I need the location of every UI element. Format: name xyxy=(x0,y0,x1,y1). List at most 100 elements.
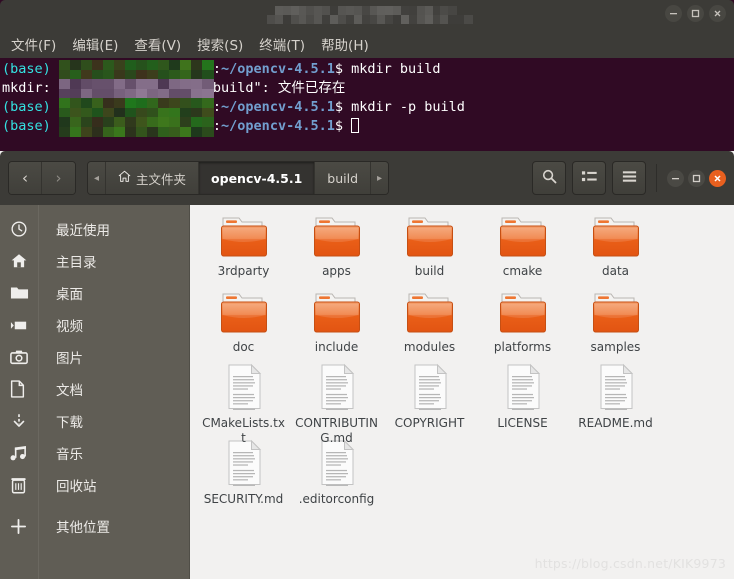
fm-minimize-icon[interactable] xyxy=(667,169,684,187)
file-item[interactable]: COPYRIGHT xyxy=(386,363,473,431)
mosaic-block xyxy=(168,126,181,137)
mosaic-block xyxy=(91,126,104,137)
mosaic-block xyxy=(179,126,192,137)
mosaic-block xyxy=(146,126,159,137)
home-icon xyxy=(118,170,131,187)
sidebar-item-label: 文档 xyxy=(56,383,83,399)
sidebar-item-label: 下载 xyxy=(56,415,83,431)
terminal-text: (base) xyxy=(2,99,59,115)
sidebar-item-label: 主目录 xyxy=(56,255,97,271)
sidebar-item-music[interactable]: 音乐 xyxy=(0,437,189,469)
breadcrumb-item-opencv-label: opencv-4.5.1 xyxy=(211,170,303,186)
menu-item-file[interactable]: 文件(F) xyxy=(4,31,63,57)
mosaic-block xyxy=(58,126,71,137)
folder-icon xyxy=(10,284,38,302)
sidebar-item-video[interactable]: 视频 xyxy=(0,309,189,341)
breadcrumb-item-opencv[interactable]: opencv-4.5.1 xyxy=(199,162,316,194)
sidebar-item-camera[interactable]: 图片 xyxy=(0,341,189,373)
terminal-maximize-icon[interactable] xyxy=(687,5,704,22)
breadcrumb: ◂ 主文件夹 opencv-4.5.1 build ▸ xyxy=(87,161,390,195)
folder-icon xyxy=(590,287,642,335)
folder-item[interactable]: 3rdparty xyxy=(200,211,287,279)
sidebar-item-plus[interactable]: 其他位置 xyxy=(0,510,189,542)
sidebar-item-home[interactable]: 主目录 xyxy=(0,245,189,277)
terminal-titlebar[interactable] xyxy=(0,0,734,29)
folder-item[interactable]: doc xyxy=(200,287,287,355)
sidebar-item-clock[interactable]: 最近使用 xyxy=(0,213,189,245)
folder-item[interactable]: platforms xyxy=(479,287,566,355)
terminal-minimize-icon[interactable] xyxy=(665,5,682,22)
file-item[interactable]: .editorconfig xyxy=(293,439,380,507)
folder-icon xyxy=(590,211,642,259)
terminal-text: ~/opencv-4.5.1 xyxy=(221,118,335,134)
item-label: doc xyxy=(232,340,255,354)
sidebar-item-folder[interactable]: 桌面 xyxy=(0,277,189,309)
mosaic-block xyxy=(201,126,214,137)
terminal-output[interactable]: (base) :~/opencv-4.5.1$ mkdir build mkdir… xyxy=(0,58,734,151)
menu-item-search[interactable]: 搜索(S) xyxy=(190,31,250,57)
folder-item[interactable]: modules xyxy=(386,287,473,355)
terminal-line: (base) :~/opencv-4.5.1$ mkdir build xyxy=(2,60,734,80)
folder-icon xyxy=(218,211,270,259)
fm-close-icon[interactable] xyxy=(709,169,726,187)
terminal-title-redacted xyxy=(267,6,473,24)
folder-item[interactable]: samples xyxy=(572,287,659,355)
sidebar-item-document[interactable]: 文档 xyxy=(0,373,189,405)
file-item[interactable]: CMakeLists.txt xyxy=(200,363,287,446)
header-separator xyxy=(656,164,657,192)
menu-item-edit[interactable]: 编辑(E) xyxy=(65,31,125,57)
mosaic-block xyxy=(135,126,148,137)
download-icon xyxy=(10,412,38,430)
menu-item-terminal[interactable]: 终端(T) xyxy=(252,31,312,57)
breadcrumb-scroll-left[interactable]: ◂ xyxy=(88,162,107,194)
breadcrumb-item-home[interactable]: 主文件夹 xyxy=(106,162,200,194)
folder-item[interactable]: build xyxy=(386,211,473,279)
file-item[interactable]: CONTRIBUTING.md xyxy=(293,363,380,446)
menu-item-view[interactable]: 查看(V) xyxy=(127,31,188,57)
file-grid[interactable]: .editorconfig SECURITY.md README.md LICENSE… xyxy=(190,205,734,579)
breadcrumb-scroll-right[interactable]: ▸ xyxy=(371,162,389,194)
sidebar-item-label: 最近使用 xyxy=(56,223,110,239)
search-button[interactable] xyxy=(532,161,566,195)
folder-item[interactable]: apps xyxy=(293,211,380,279)
file-manager-window-controls xyxy=(667,169,726,187)
item-label: build xyxy=(414,264,445,278)
sidebar-item-label: 桌面 xyxy=(56,287,83,303)
terminal-cursor xyxy=(351,118,360,133)
file-item[interactable]: README.md xyxy=(572,363,659,431)
terminal-redacted-username xyxy=(58,117,214,137)
sidebar-item-trash[interactable]: 回收站 xyxy=(0,469,189,501)
file-item[interactable]: LICENSE xyxy=(479,363,566,431)
mosaic-block xyxy=(69,126,82,137)
folder-icon xyxy=(404,211,456,259)
folder-icon xyxy=(311,211,363,259)
item-label: .editorconfig xyxy=(298,492,375,506)
file-manager-content: 最近使用主目录桌面视频图片文档下载音乐回收站其他位置 .editorconfig… xyxy=(0,205,734,579)
forward-button[interactable]: › xyxy=(42,162,75,194)
fm-maximize-icon[interactable] xyxy=(688,169,705,187)
terminal-text: $ mkdir build xyxy=(334,61,441,77)
terminal-text: mkdir: xyxy=(2,80,59,96)
item-label: CMakeLists.txt xyxy=(202,416,285,445)
main-menu-button[interactable] xyxy=(612,161,646,195)
document-icon xyxy=(224,439,264,487)
folder-item[interactable]: data xyxy=(572,211,659,279)
mosaic-block xyxy=(124,126,137,137)
sidebar-item-download[interactable]: 下载 xyxy=(0,405,189,437)
back-button[interactable]: ‹ xyxy=(9,162,42,194)
terminal-text: ~/opencv-4.5.1 xyxy=(221,99,335,115)
file-item[interactable]: SECURITY.md xyxy=(200,439,287,507)
sidebar-item-label: 其他位置 xyxy=(56,520,110,536)
header-right-tools xyxy=(532,161,726,195)
terminal-text: $ xyxy=(334,118,352,134)
sidebar-item-label: 回收站 xyxy=(56,479,97,495)
breadcrumb-item-build[interactable]: build xyxy=(315,162,372,194)
folder-item[interactable]: include xyxy=(293,287,380,355)
folder-item[interactable]: cmake xyxy=(479,211,566,279)
menu-item-help[interactable]: 帮助(H) xyxy=(314,31,376,57)
sidebar-item-label: 视频 xyxy=(56,319,83,335)
terminal-text: $ mkdir -p build xyxy=(334,99,465,115)
terminal-close-icon[interactable] xyxy=(709,5,726,22)
view-options-button[interactable] xyxy=(572,161,606,195)
item-label: SECURITY.md xyxy=(203,492,284,506)
